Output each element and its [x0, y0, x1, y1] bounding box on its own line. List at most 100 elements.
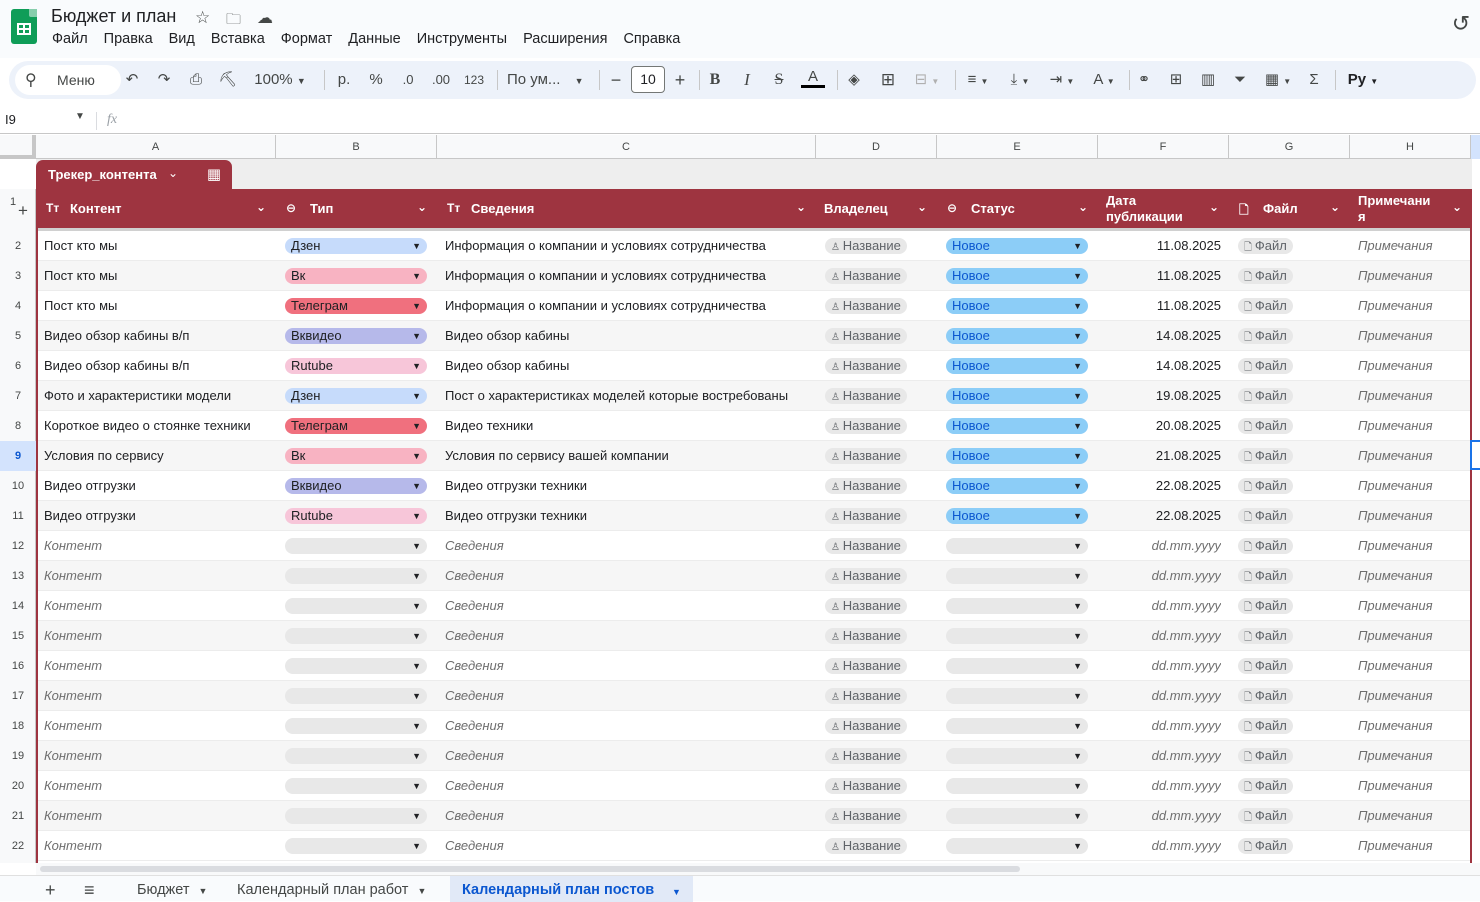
- cell-content[interactable]: Контент: [44, 681, 274, 711]
- cell-notes[interactable]: Примечания: [1358, 501, 1468, 531]
- status-dropdown-chip[interactable]: Новое ▼: [946, 298, 1088, 314]
- menu-insert[interactable]: Вставка: [203, 31, 273, 47]
- header-notes[interactable]: Примечани я ⌄: [1350, 189, 1472, 228]
- version-history-icon[interactable]: ↺: [1449, 11, 1473, 36]
- cell-details[interactable]: Информация о компании и условиях сотрудн…: [445, 231, 815, 261]
- owner-person-chip[interactable]: ♙ Название: [825, 628, 907, 644]
- cell-date[interactable]: dd.mm.yyyy: [1107, 561, 1221, 591]
- cell-notes[interactable]: Примечания: [1358, 291, 1468, 321]
- cell-notes[interactable]: Примечания: [1358, 801, 1468, 831]
- cell-content[interactable]: Контент: [44, 801, 274, 831]
- menu-file[interactable]: Файл: [44, 31, 96, 47]
- status-dropdown-chip[interactable]: ▼: [946, 538, 1088, 554]
- column-header-h[interactable]: H: [1350, 135, 1471, 159]
- cell-details[interactable]: Видео отгрузки техники: [445, 471, 815, 501]
- cell-details[interactable]: Сведения: [445, 531, 815, 561]
- chevron-down-icon[interactable]: ⌄: [1330, 200, 1340, 214]
- file-chip[interactable]: 🗋 Файл: [1238, 628, 1293, 644]
- cell-notes[interactable]: Примечания: [1358, 531, 1468, 561]
- owner-person-chip[interactable]: ♙ Название: [825, 688, 907, 704]
- sheets-logo-icon[interactable]: [11, 9, 37, 44]
- cell-details[interactable]: Сведения: [445, 621, 815, 651]
- file-chip[interactable]: 🗋 Файл: [1238, 298, 1293, 314]
- increase-font-size-icon[interactable]: +: [671, 61, 689, 99]
- cell-notes[interactable]: Примечания: [1358, 681, 1468, 711]
- file-chip[interactable]: 🗋 Файл: [1238, 688, 1293, 704]
- menu-search-box[interactable]: ⚲ Меню: [15, 65, 121, 95]
- header-file[interactable]: 🗋 Файл ⌄: [1229, 189, 1350, 228]
- insert-chart-icon[interactable]: ▥: [1197, 61, 1219, 99]
- cell-content[interactable]: Пост кто мы: [44, 231, 274, 261]
- fill-color-icon[interactable]: ◈: [843, 61, 865, 99]
- sheet-tab-work-plan[interactable]: Календарный план работ ▼: [237, 882, 426, 898]
- cell-details[interactable]: Видео отгрузки техники: [445, 501, 815, 531]
- input-tools-button[interactable]: Ру ▼: [1343, 61, 1383, 99]
- horizontal-align-icon[interactable]: ≡ ▼: [961, 61, 995, 99]
- menu-data[interactable]: Данные: [340, 31, 408, 47]
- print-icon[interactable]: ⎙: [185, 61, 207, 99]
- insert-comment-icon[interactable]: ⊞: [1165, 61, 1187, 99]
- header-owner[interactable]: Владелец ⌄: [816, 189, 937, 228]
- horizontal-scrollbar[interactable]: [36, 863, 1480, 875]
- borders-icon[interactable]: ⊞: [877, 61, 899, 99]
- cell-details[interactable]: Пост о характеристиках моделей которые в…: [445, 381, 815, 411]
- status-dropdown-chip[interactable]: ▼: [946, 718, 1088, 734]
- cell-content[interactable]: Видео отгрузки: [44, 471, 274, 501]
- chevron-down-icon[interactable]: ⌄: [1209, 200, 1219, 214]
- row-header[interactable]: 16: [0, 651, 36, 681]
- column-header-f[interactable]: F: [1098, 135, 1229, 159]
- type-dropdown-chip[interactable]: ▼: [285, 808, 427, 824]
- vertical-align-icon[interactable]: ⤓ ▼: [1003, 61, 1037, 99]
- cell-content[interactable]: Контент: [44, 591, 274, 621]
- cell-date[interactable]: dd.mm.yyyy: [1107, 741, 1221, 771]
- chevron-down-icon[interactable]: ⌄: [1078, 200, 1088, 214]
- cell-details[interactable]: Сведения: [445, 591, 815, 621]
- file-chip[interactable]: 🗋 Файл: [1238, 538, 1293, 554]
- status-dropdown-chip[interactable]: ▼: [946, 658, 1088, 674]
- owner-person-chip[interactable]: ♙ Название: [825, 718, 907, 734]
- owner-person-chip[interactable]: ♙ Название: [825, 448, 907, 464]
- row-header[interactable]: 20: [0, 771, 36, 801]
- cell-content[interactable]: Контент: [44, 831, 274, 861]
- menu-format[interactable]: Формат: [273, 31, 341, 47]
- cell-details[interactable]: Условия по сервису вашей компании: [445, 441, 815, 471]
- cell-date[interactable]: 21.08.2025: [1107, 441, 1221, 471]
- decrease-decimal-button[interactable]: .0: [397, 61, 419, 99]
- zoom-select[interactable]: 100% ▼: [249, 61, 311, 99]
- type-dropdown-chip[interactable]: Вк ▼: [285, 448, 427, 464]
- italic-button[interactable]: I: [737, 61, 757, 99]
- file-chip[interactable]: 🗋 Файл: [1238, 838, 1293, 854]
- cell-content[interactable]: Условия по сервису: [44, 441, 274, 471]
- header-content[interactable]: Tт Контент ⌄: [36, 189, 276, 228]
- file-chip[interactable]: 🗋 Файл: [1238, 598, 1293, 614]
- menu-extensions[interactable]: Расширения: [515, 31, 615, 47]
- row-header[interactable]: 7: [0, 381, 36, 411]
- type-dropdown-chip[interactable]: Телеграм ▼: [285, 298, 427, 314]
- type-dropdown-chip[interactable]: ▼: [285, 838, 427, 854]
- status-dropdown-chip[interactable]: Новое ▼: [946, 328, 1088, 344]
- status-dropdown-chip[interactable]: ▼: [946, 808, 1088, 824]
- type-dropdown-chip[interactable]: ▼: [285, 748, 427, 764]
- file-chip[interactable]: 🗋 Файл: [1238, 268, 1293, 284]
- chevron-down-icon[interactable]: ⌄: [796, 200, 806, 214]
- cell-notes[interactable]: Примечания: [1358, 651, 1468, 681]
- cell-details[interactable]: Сведения: [445, 831, 815, 861]
- type-dropdown-chip[interactable]: Телеграм ▼: [285, 418, 427, 434]
- status-dropdown-chip[interactable]: ▼: [946, 688, 1088, 704]
- menu-edit[interactable]: Правка: [96, 31, 161, 47]
- cell-content[interactable]: Контент: [44, 531, 274, 561]
- cell-details[interactable]: Видео техники: [445, 411, 815, 441]
- cell-notes[interactable]: Примечания: [1358, 771, 1468, 801]
- file-chip[interactable]: 🗋 Файл: [1238, 448, 1293, 464]
- header-date[interactable]: Дата публикации ⌄: [1098, 189, 1229, 228]
- cell-content[interactable]: Видео обзор кабины в/п: [44, 351, 274, 381]
- status-dropdown-chip[interactable]: ▼: [946, 568, 1088, 584]
- row-header[interactable]: 8: [0, 411, 36, 441]
- status-dropdown-chip[interactable]: Новое ▼: [946, 268, 1088, 284]
- add-row-icon[interactable]: +: [18, 191, 28, 230]
- row-header[interactable]: 2: [0, 231, 36, 261]
- cell-content[interactable]: Контент: [44, 711, 274, 741]
- type-dropdown-chip[interactable]: ▼: [285, 658, 427, 674]
- menu-tools[interactable]: Инструменты: [409, 31, 515, 47]
- row-header[interactable]: 3: [0, 261, 36, 291]
